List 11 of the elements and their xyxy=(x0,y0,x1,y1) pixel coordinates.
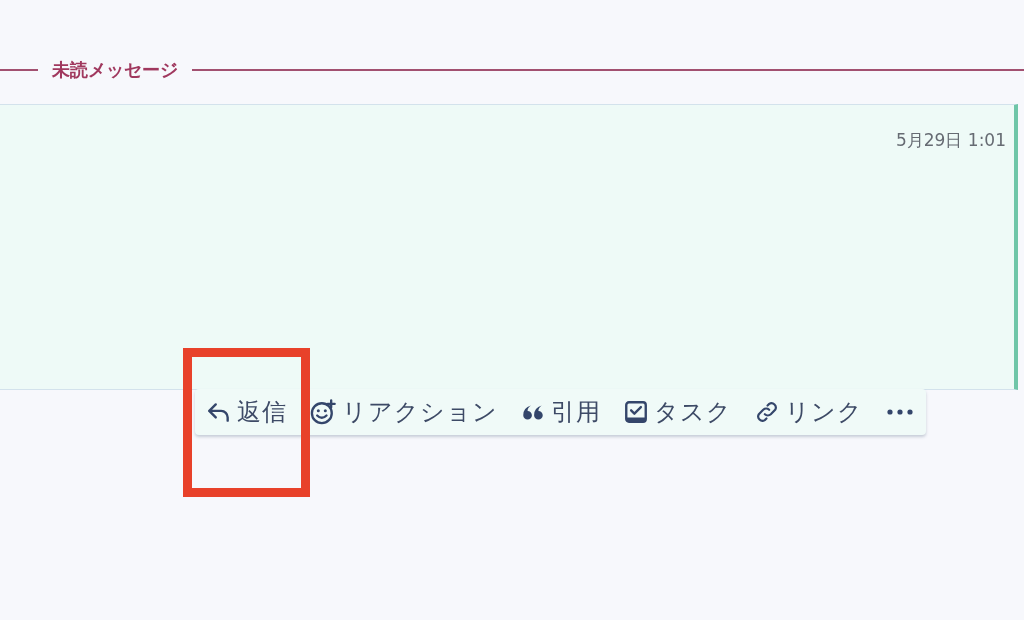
more-icon xyxy=(885,408,915,416)
reply-button[interactable]: 返信 xyxy=(203,392,290,432)
quote-button[interactable]: 引用 xyxy=(517,392,604,432)
message-timestamp: 5月29日 1:01 xyxy=(895,129,1006,152)
task-button[interactable]: タスク xyxy=(620,392,735,432)
link-button[interactable]: リンク xyxy=(751,392,866,432)
reaction-button[interactable]: リアクション xyxy=(306,392,501,432)
smiley-plus-icon xyxy=(309,398,337,426)
link-icon xyxy=(754,399,780,425)
unread-divider-label: 未読メッセージ xyxy=(52,58,178,82)
checkbox-icon xyxy=(623,399,649,425)
